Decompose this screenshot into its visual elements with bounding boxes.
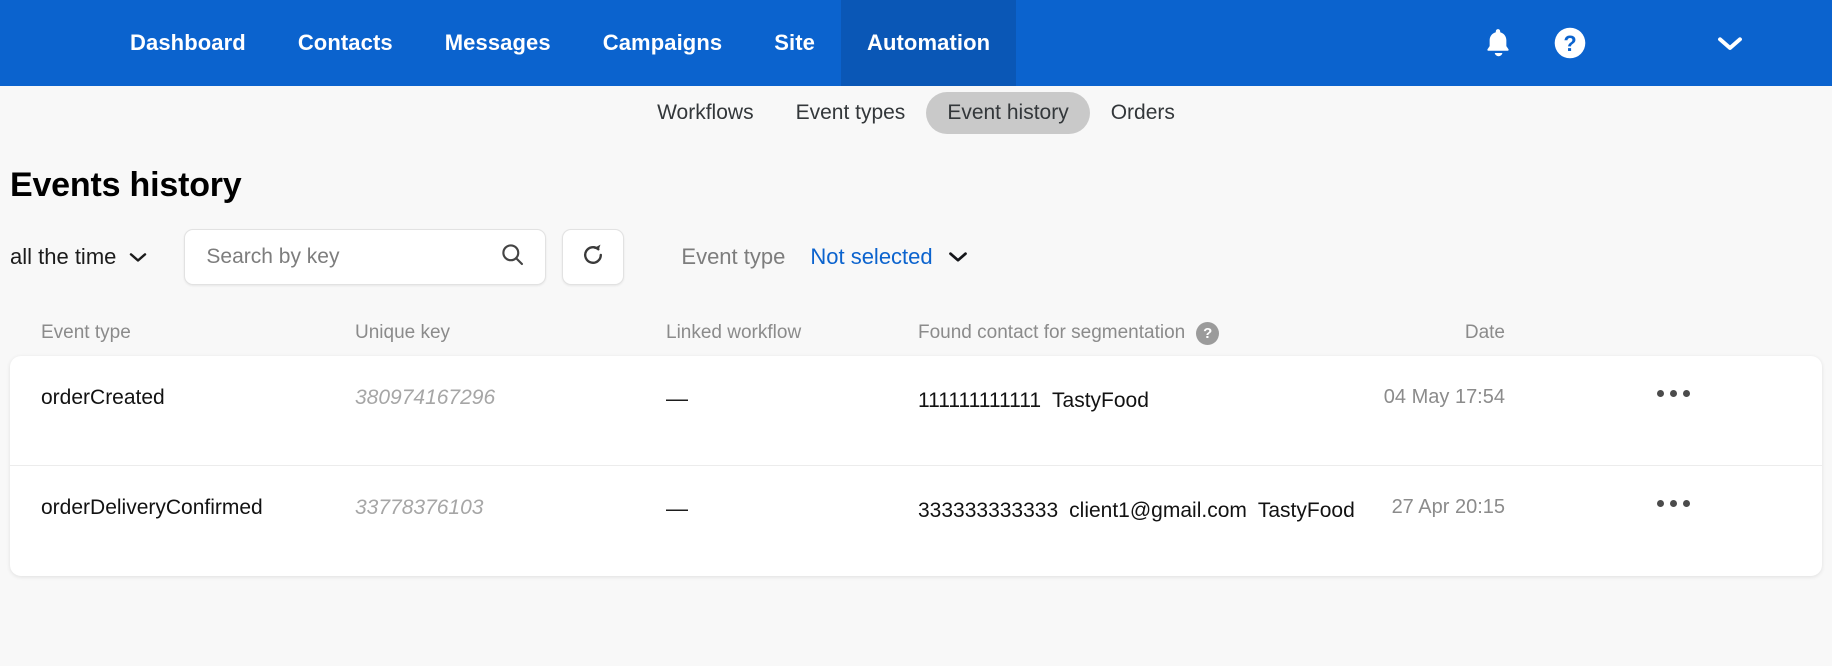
column-header-event-type: Event type — [41, 322, 131, 343]
chevron-down-icon — [127, 244, 149, 270]
cell-linked-workflow: — — [666, 496, 688, 521]
tab-orders[interactable]: Orders — [1090, 92, 1196, 134]
refresh-button[interactable] — [562, 229, 625, 285]
nav-item-dashboard[interactable]: Dashboard — [104, 0, 272, 86]
column-header-found-contact: Found contact for segmentation ? — [918, 321, 1305, 345]
table-header-row: Event type Unique key Linked workflow Fo… — [0, 315, 1832, 351]
nav-item-automation[interactable]: Automation — [840, 0, 1017, 86]
table-row[interactable]: orderDeliveryConfirmed 33778376103 — 333… — [10, 466, 1822, 576]
cell-unique-key: 33778376103 — [355, 496, 484, 519]
events-table: orderCreated 380974167296 — 111111111111… — [10, 356, 1822, 576]
found-contact-line: client1@gmail.com — [1069, 499, 1247, 522]
found-contact-line: 111111111111 — [918, 389, 1042, 412]
event-type-filter-value: Not selected — [810, 244, 933, 269]
event-type-filter-dropdown[interactable]: Not selected — [810, 244, 969, 270]
refresh-icon — [580, 242, 606, 273]
nav-item-messages[interactable]: Messages — [419, 0, 577, 86]
event-type-filter-label: Event type — [681, 244, 786, 269]
chevron-down-icon — [1715, 33, 1745, 53]
bell-icon — [1481, 25, 1515, 61]
tab-event-history[interactable]: Event history — [926, 92, 1090, 134]
nav-item-site[interactable]: Site — [748, 0, 841, 86]
column-header-found-contact-label: Found contact for segmentation — [918, 322, 1186, 343]
column-header-unique-key: Unique key — [355, 322, 451, 343]
account-menu-button[interactable] — [1694, 0, 1766, 86]
top-navigation-bar: Dashboard Contacts Messages Campaigns Si… — [0, 0, 1832, 86]
cell-found-contact: 333333333333 client1@gmail.com TastyFood — [918, 496, 1355, 525]
filters-toolbar: all the time Search by key Event type No… — [10, 229, 1832, 285]
found-contact-line: TastyFood — [1052, 389, 1149, 412]
nav-item-campaigns[interactable]: Campaigns — [577, 0, 748, 86]
chevron-down-icon — [946, 244, 970, 270]
column-header-linked-workflow: Linked workflow — [666, 322, 802, 343]
cell-date: 27 Apr 20:15 — [1391, 496, 1505, 518]
top-nav-actions: ? — [1462, 0, 1832, 86]
page-content: Events history all the time Search by ke… — [0, 166, 1832, 576]
time-range-dropdown[interactable]: all the time — [10, 244, 153, 270]
tab-event-types[interactable]: Event types — [775, 92, 927, 134]
cell-actions — [1505, 386, 1822, 401]
svg-text:?: ? — [1563, 31, 1576, 56]
found-contact-line: 333333333333 — [918, 499, 1059, 522]
table-row[interactable]: orderCreated 380974167296 — 111111111111… — [10, 356, 1822, 466]
cell-event-type: orderCreated — [41, 386, 165, 409]
search-icon[interactable] — [499, 241, 526, 273]
cell-actions — [1505, 496, 1822, 511]
row-actions-menu-icon[interactable] — [1653, 496, 1694, 511]
notifications-button[interactable] — [1462, 0, 1534, 86]
search-box[interactable] — [184, 229, 547, 285]
help-tooltip-icon[interactable]: ? — [1196, 321, 1220, 345]
cell-event-type: orderDeliveryConfirmed — [41, 496, 263, 519]
cell-date: 04 May 17:54 — [1383, 386, 1505, 408]
row-actions-menu-icon[interactable] — [1653, 386, 1694, 401]
question-circle-icon: ? — [1552, 25, 1588, 61]
cell-unique-key: 380974167296 — [355, 386, 496, 409]
help-button[interactable]: ? — [1534, 0, 1606, 86]
sub-navigation-tabs: Workflows Event types Event history Orde… — [0, 86, 1832, 140]
tab-workflows[interactable]: Workflows — [636, 92, 774, 134]
column-header-date: Date — [1464, 322, 1505, 343]
cell-linked-workflow: — — [666, 386, 688, 411]
top-nav-items: Dashboard Contacts Messages Campaigns Si… — [104, 0, 1017, 86]
cell-found-contact: 111111111111 TastyFood — [918, 386, 1305, 415]
nav-item-contacts[interactable]: Contacts — [272, 0, 419, 86]
page-title: Events history — [10, 166, 242, 204]
time-range-value: all the time — [10, 244, 117, 269]
search-input[interactable] — [206, 245, 500, 269]
